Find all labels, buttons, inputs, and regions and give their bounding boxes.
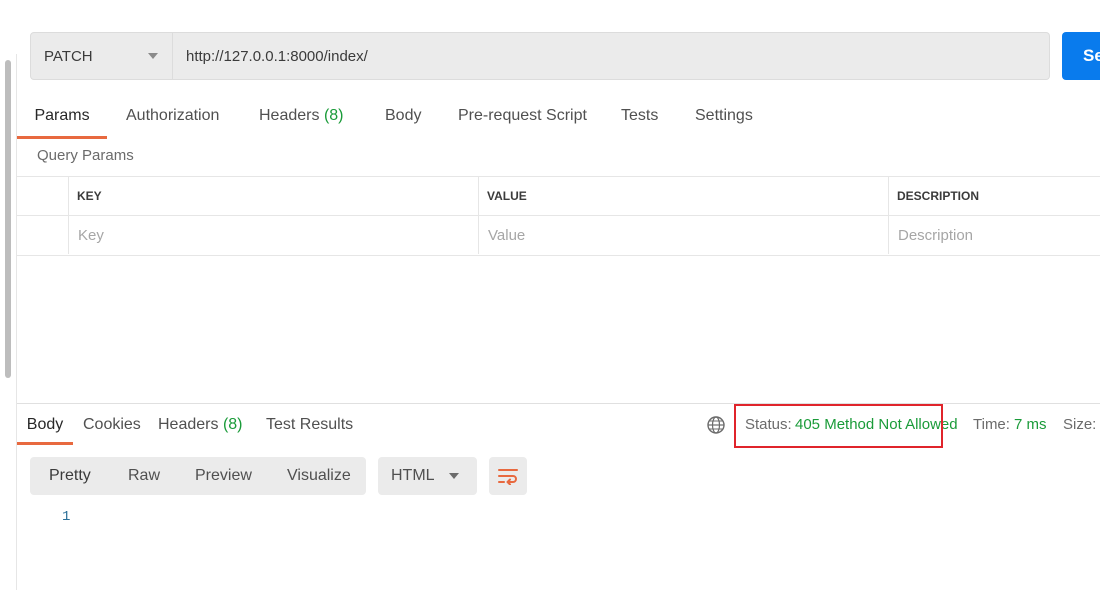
tab-label: Params — [34, 107, 90, 124]
response-tab-body[interactable]: Body — [17, 414, 73, 445]
tab-label: Body — [26, 416, 64, 433]
tab-label: Body — [385, 107, 422, 124]
tab-label: Authorization — [126, 107, 220, 124]
tab-label: Tests — [621, 107, 659, 124]
method-value: PATCH — [44, 47, 93, 65]
tab-pre-request-script[interactable]: Pre-request Script — [458, 104, 587, 136]
response-tab-test-results[interactable]: Test Results — [266, 414, 353, 442]
view-preview-button[interactable]: Preview — [195, 467, 252, 485]
wrap-lines-button[interactable] — [489, 457, 527, 495]
query-params-title: Query Params — [37, 147, 134, 164]
vertical-scrollbar-thumb[interactable] — [5, 60, 11, 378]
key-column-header: KEY — [68, 177, 478, 215]
tab-count-badge: (8) — [222, 416, 243, 433]
key-input[interactable]: Key — [68, 216, 478, 254]
tab-label: Cookies — [83, 416, 141, 433]
method-select[interactable]: PATCH — [30, 32, 173, 80]
chevron-down-icon — [449, 473, 459, 479]
table-header-row: KEY VALUE DESCRIPTION — [17, 177, 1100, 216]
line-number: 1 — [62, 509, 71, 525]
tab-label: Settings — [695, 107, 753, 124]
view-mode-group: Pretty Raw Preview Visualize — [30, 457, 366, 495]
checkbox-column-header — [17, 177, 68, 215]
tab-label: Test Results — [266, 416, 354, 433]
tab-label: Headers — [158, 416, 219, 433]
format-select[interactable]: HTML — [378, 457, 477, 495]
table-row: Key Value Description — [17, 216, 1100, 254]
response-tab-headers[interactable]: Headers (8) — [158, 414, 243, 442]
chevron-down-icon — [148, 53, 158, 59]
response-tab-cookies[interactable]: Cookies — [83, 414, 141, 442]
tab-settings[interactable]: Settings — [695, 104, 753, 136]
description-input[interactable]: Description — [888, 216, 1100, 254]
tab-label: Headers — [259, 107, 320, 124]
globe-icon[interactable] — [706, 415, 726, 435]
status-highlight-box — [734, 404, 943, 448]
view-visualize-button[interactable]: Visualize — [287, 467, 351, 485]
wrap-lines-icon — [498, 469, 518, 485]
row-checkbox-cell — [17, 216, 68, 254]
time-label: Time: — [973, 416, 1010, 433]
tab-count-badge: (8) — [323, 107, 344, 124]
time-value[interactable]: 7 ms — [1014, 416, 1047, 433]
tab-params[interactable]: Params — [17, 104, 107, 139]
size-label: Size: — [1063, 416, 1097, 433]
params-table: KEY VALUE DESCRIPTION Key Value Descript… — [17, 176, 1100, 256]
value-column-header: VALUE — [478, 177, 888, 215]
tab-authorization[interactable]: Authorization — [126, 104, 219, 136]
value-input[interactable]: Value — [478, 216, 888, 254]
tab-tests[interactable]: Tests — [621, 104, 658, 136]
tab-headers[interactable]: Headers (8) — [259, 104, 344, 136]
tab-body[interactable]: Body — [385, 104, 421, 136]
url-input[interactable] — [173, 32, 1050, 80]
format-value: HTML — [391, 467, 435, 484]
description-column-header: DESCRIPTION — [888, 177, 1100, 215]
view-pretty-button[interactable]: Pretty — [49, 467, 91, 485]
tab-label: Pre-request Script — [458, 107, 587, 124]
send-button[interactable]: Se — [1062, 32, 1100, 80]
view-raw-button[interactable]: Raw — [128, 467, 160, 485]
